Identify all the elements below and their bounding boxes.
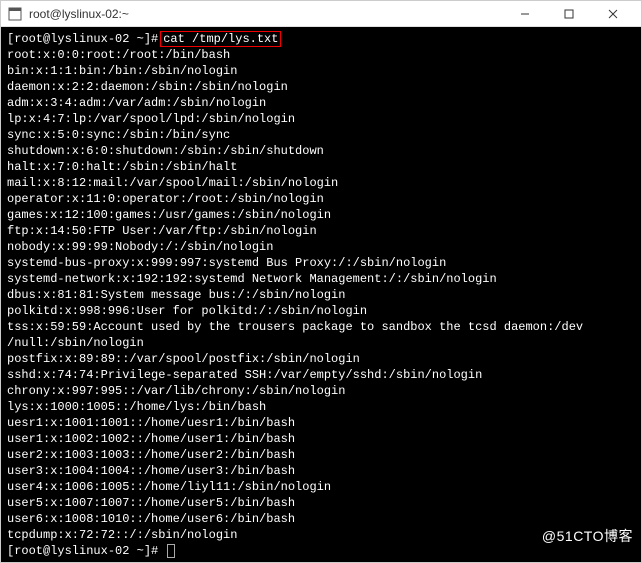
terminal-body[interactable]: [root@lyslinux-02 ~]#cat /tmp/lys.txt ro…	[1, 27, 641, 562]
terminal-output: root:x:0:0:root:/root:/bin/bash bin:x:1:…	[7, 47, 635, 543]
prompt: [root@lyslinux-02 ~]#	[7, 32, 158, 46]
command-highlight: cat /tmp/lys.txt	[160, 31, 281, 47]
cursor	[167, 544, 175, 558]
terminal-window: root@lyslinux-02:~ [root@lyslinux-02 ~]#…	[0, 0, 642, 563]
watermark: @51CTO博客	[542, 528, 633, 544]
maximize-button[interactable]	[547, 1, 591, 27]
window-controls	[503, 1, 635, 27]
terminal-icon	[7, 6, 23, 22]
close-button[interactable]	[591, 1, 635, 27]
prompt-2: [root@lyslinux-02 ~]#	[7, 544, 158, 558]
window-title: root@lyslinux-02:~	[29, 7, 497, 21]
titlebar[interactable]: root@lyslinux-02:~	[1, 1, 641, 27]
minimize-button[interactable]	[503, 1, 547, 27]
